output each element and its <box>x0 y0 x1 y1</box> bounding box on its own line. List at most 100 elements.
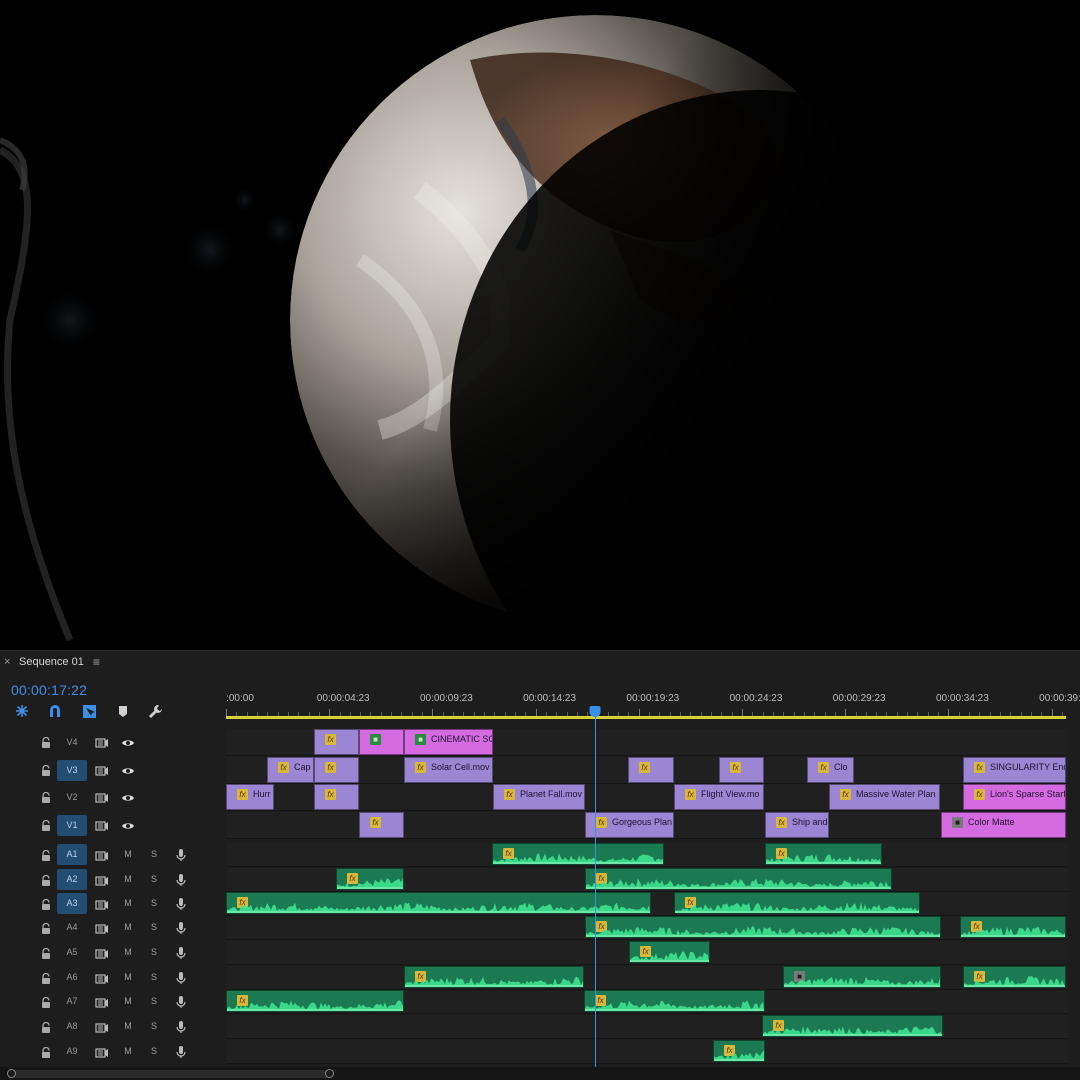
sync-lock-icon[interactable] <box>95 1046 109 1058</box>
eye-icon[interactable] <box>121 819 135 831</box>
clip-clo[interactable]: fx Clo <box>807 757 854 783</box>
clip-cap[interactable]: fx Cap <box>267 757 314 783</box>
mute-button[interactable]: M <box>122 849 134 859</box>
add-marker-icon[interactable] <box>115 703 131 719</box>
time-ruler[interactable]: :00:00 00:00:04:23 00:00:09:23 00:00:14:23 0… <box>226 687 1080 721</box>
track-target-v4[interactable]: V4 <box>57 732 87 753</box>
audio-clip[interactable]: fx <box>226 990 404 1012</box>
sync-lock-icon[interactable] <box>95 791 109 803</box>
solo-button[interactable]: S <box>148 849 160 859</box>
track-lock-icon[interactable] <box>41 819 51 831</box>
solo-button[interactable]: S <box>148 996 160 1006</box>
track-lock-icon[interactable] <box>41 972 51 984</box>
voice-over-mic-icon[interactable] <box>175 897 187 911</box>
track-lock-icon[interactable] <box>41 1046 51 1058</box>
voice-over-mic-icon[interactable] <box>175 1045 187 1059</box>
eye-icon[interactable] <box>121 764 135 776</box>
snap-magnet-icon[interactable] <box>47 703 63 719</box>
clip-cinematic[interactable]: ■ CINEMATIC SO <box>404 729 493 755</box>
audio-clip[interactable]: fx <box>765 843 882 865</box>
sync-lock-icon[interactable] <box>95 972 109 984</box>
voice-over-mic-icon[interactable] <box>175 1020 187 1034</box>
clip-flight-view[interactable]: fx Flight View.mo <box>674 784 764 810</box>
audio-clip[interactable]: fx <box>336 868 404 890</box>
eye-icon[interactable] <box>121 791 135 803</box>
track-target-a3[interactable]: A3 <box>57 893 87 914</box>
clip-v2-fx[interactable]: fx <box>314 784 359 810</box>
track-lock-icon[interactable] <box>41 947 51 959</box>
mute-button[interactable]: M <box>122 1046 134 1056</box>
clip-planet-fall[interactable]: fx Planet Fall.mov <box>493 784 585 810</box>
audio-clip[interactable]: fx <box>963 966 1066 988</box>
track-lock-icon[interactable] <box>41 791 51 803</box>
track-target-v1[interactable]: V1 <box>57 815 87 836</box>
solo-button[interactable]: S <box>148 972 160 982</box>
track-target-a1[interactable]: A1 <box>57 844 87 865</box>
audio-clip[interactable]: fx <box>584 990 765 1012</box>
audio-clip[interactable]: fx <box>629 941 710 963</box>
panel-menu-icon[interactable]: ≡ <box>93 655 100 669</box>
work-area-bar[interactable] <box>226 716 1066 719</box>
track-target-a7[interactable]: A7 <box>57 991 87 1012</box>
close-panel-button[interactable]: × <box>4 656 14 668</box>
sync-lock-icon[interactable] <box>95 947 109 959</box>
track-target-a5[interactable]: A5 <box>57 942 87 963</box>
sync-lock-icon[interactable] <box>95 898 109 910</box>
track-target-a2[interactable]: A2 <box>57 869 87 890</box>
audio-clip[interactable]: fx <box>960 916 1066 938</box>
track-lock-icon[interactable] <box>41 898 51 910</box>
mute-button[interactable]: M <box>122 874 134 884</box>
voice-over-mic-icon[interactable] <box>175 873 187 887</box>
voice-over-mic-icon[interactable] <box>175 971 187 985</box>
eye-icon[interactable] <box>121 736 135 748</box>
scrollbar-thumb[interactable] <box>8 1070 334 1078</box>
timeline-settings-wrench-icon[interactable] <box>147 703 163 719</box>
track-lock-icon[interactable] <box>41 849 51 861</box>
track-target-a6[interactable]: A6 <box>57 967 87 988</box>
audio-clip[interactable]: fx <box>674 892 920 914</box>
track-target-a8[interactable]: A8 <box>57 1016 87 1037</box>
linked-selection-icon[interactable] <box>81 703 97 719</box>
track-target-v2[interactable]: V2 <box>57 787 87 808</box>
nest-sequence-icon[interactable] <box>14 703 30 719</box>
sync-lock-icon[interactable] <box>95 764 109 776</box>
track-lock-icon[interactable] <box>41 764 51 776</box>
solo-button[interactable]: S <box>148 1046 160 1056</box>
solo-button[interactable]: S <box>148 947 160 957</box>
mute-button[interactable]: M <box>122 898 134 908</box>
voice-over-mic-icon[interactable] <box>175 921 187 935</box>
voice-over-mic-icon[interactable] <box>175 946 187 960</box>
audio-clip[interactable]: fx <box>713 1040 765 1062</box>
clip-v4-nested[interactable]: ■ <box>359 729 404 755</box>
sync-lock-icon[interactable] <box>95 736 109 748</box>
audio-clip[interactable]: fx <box>762 1015 943 1037</box>
track-lock-icon[interactable] <box>41 996 51 1008</box>
solo-button[interactable]: S <box>148 898 160 908</box>
clip-v1-fx[interactable]: fx <box>359 812 404 838</box>
audio-clip[interactable]: fx <box>226 892 651 914</box>
track-lock-icon[interactable] <box>41 736 51 748</box>
track-target-v3[interactable]: V3 <box>57 760 87 781</box>
clip-hurr[interactable]: fx Hurr <box>226 784 274 810</box>
sync-lock-icon[interactable] <box>95 849 109 861</box>
horizontal-scrollbar[interactable] <box>0 1067 1080 1080</box>
track-lock-icon[interactable] <box>41 1021 51 1033</box>
solo-button[interactable]: S <box>148 1021 160 1031</box>
sync-lock-icon[interactable] <box>95 874 109 886</box>
clip-singularity[interactable]: fx SINGULARITY End <box>963 757 1066 783</box>
track-lock-icon[interactable] <box>41 874 51 886</box>
mute-button[interactable]: M <box>122 996 134 1006</box>
solo-button[interactable]: S <box>148 922 160 932</box>
track-lane[interactable] <box>226 966 1068 990</box>
mute-button[interactable]: M <box>122 947 134 957</box>
sync-lock-icon[interactable] <box>95 1021 109 1033</box>
track-target-a4[interactable]: A4 <box>57 917 87 938</box>
playhead-timecode[interactable]: 00:00:17:22 <box>11 682 87 698</box>
audio-clip[interactable]: fx <box>404 966 584 988</box>
audio-clip[interactable]: fx <box>585 916 941 938</box>
solo-button[interactable]: S <box>148 874 160 884</box>
scrollbar-right-handle[interactable] <box>325 1069 334 1078</box>
clip-v3-fx[interactable]: fx <box>314 757 359 783</box>
mute-button[interactable]: M <box>122 1021 134 1031</box>
audio-clip[interactable]: fx <box>492 843 664 865</box>
